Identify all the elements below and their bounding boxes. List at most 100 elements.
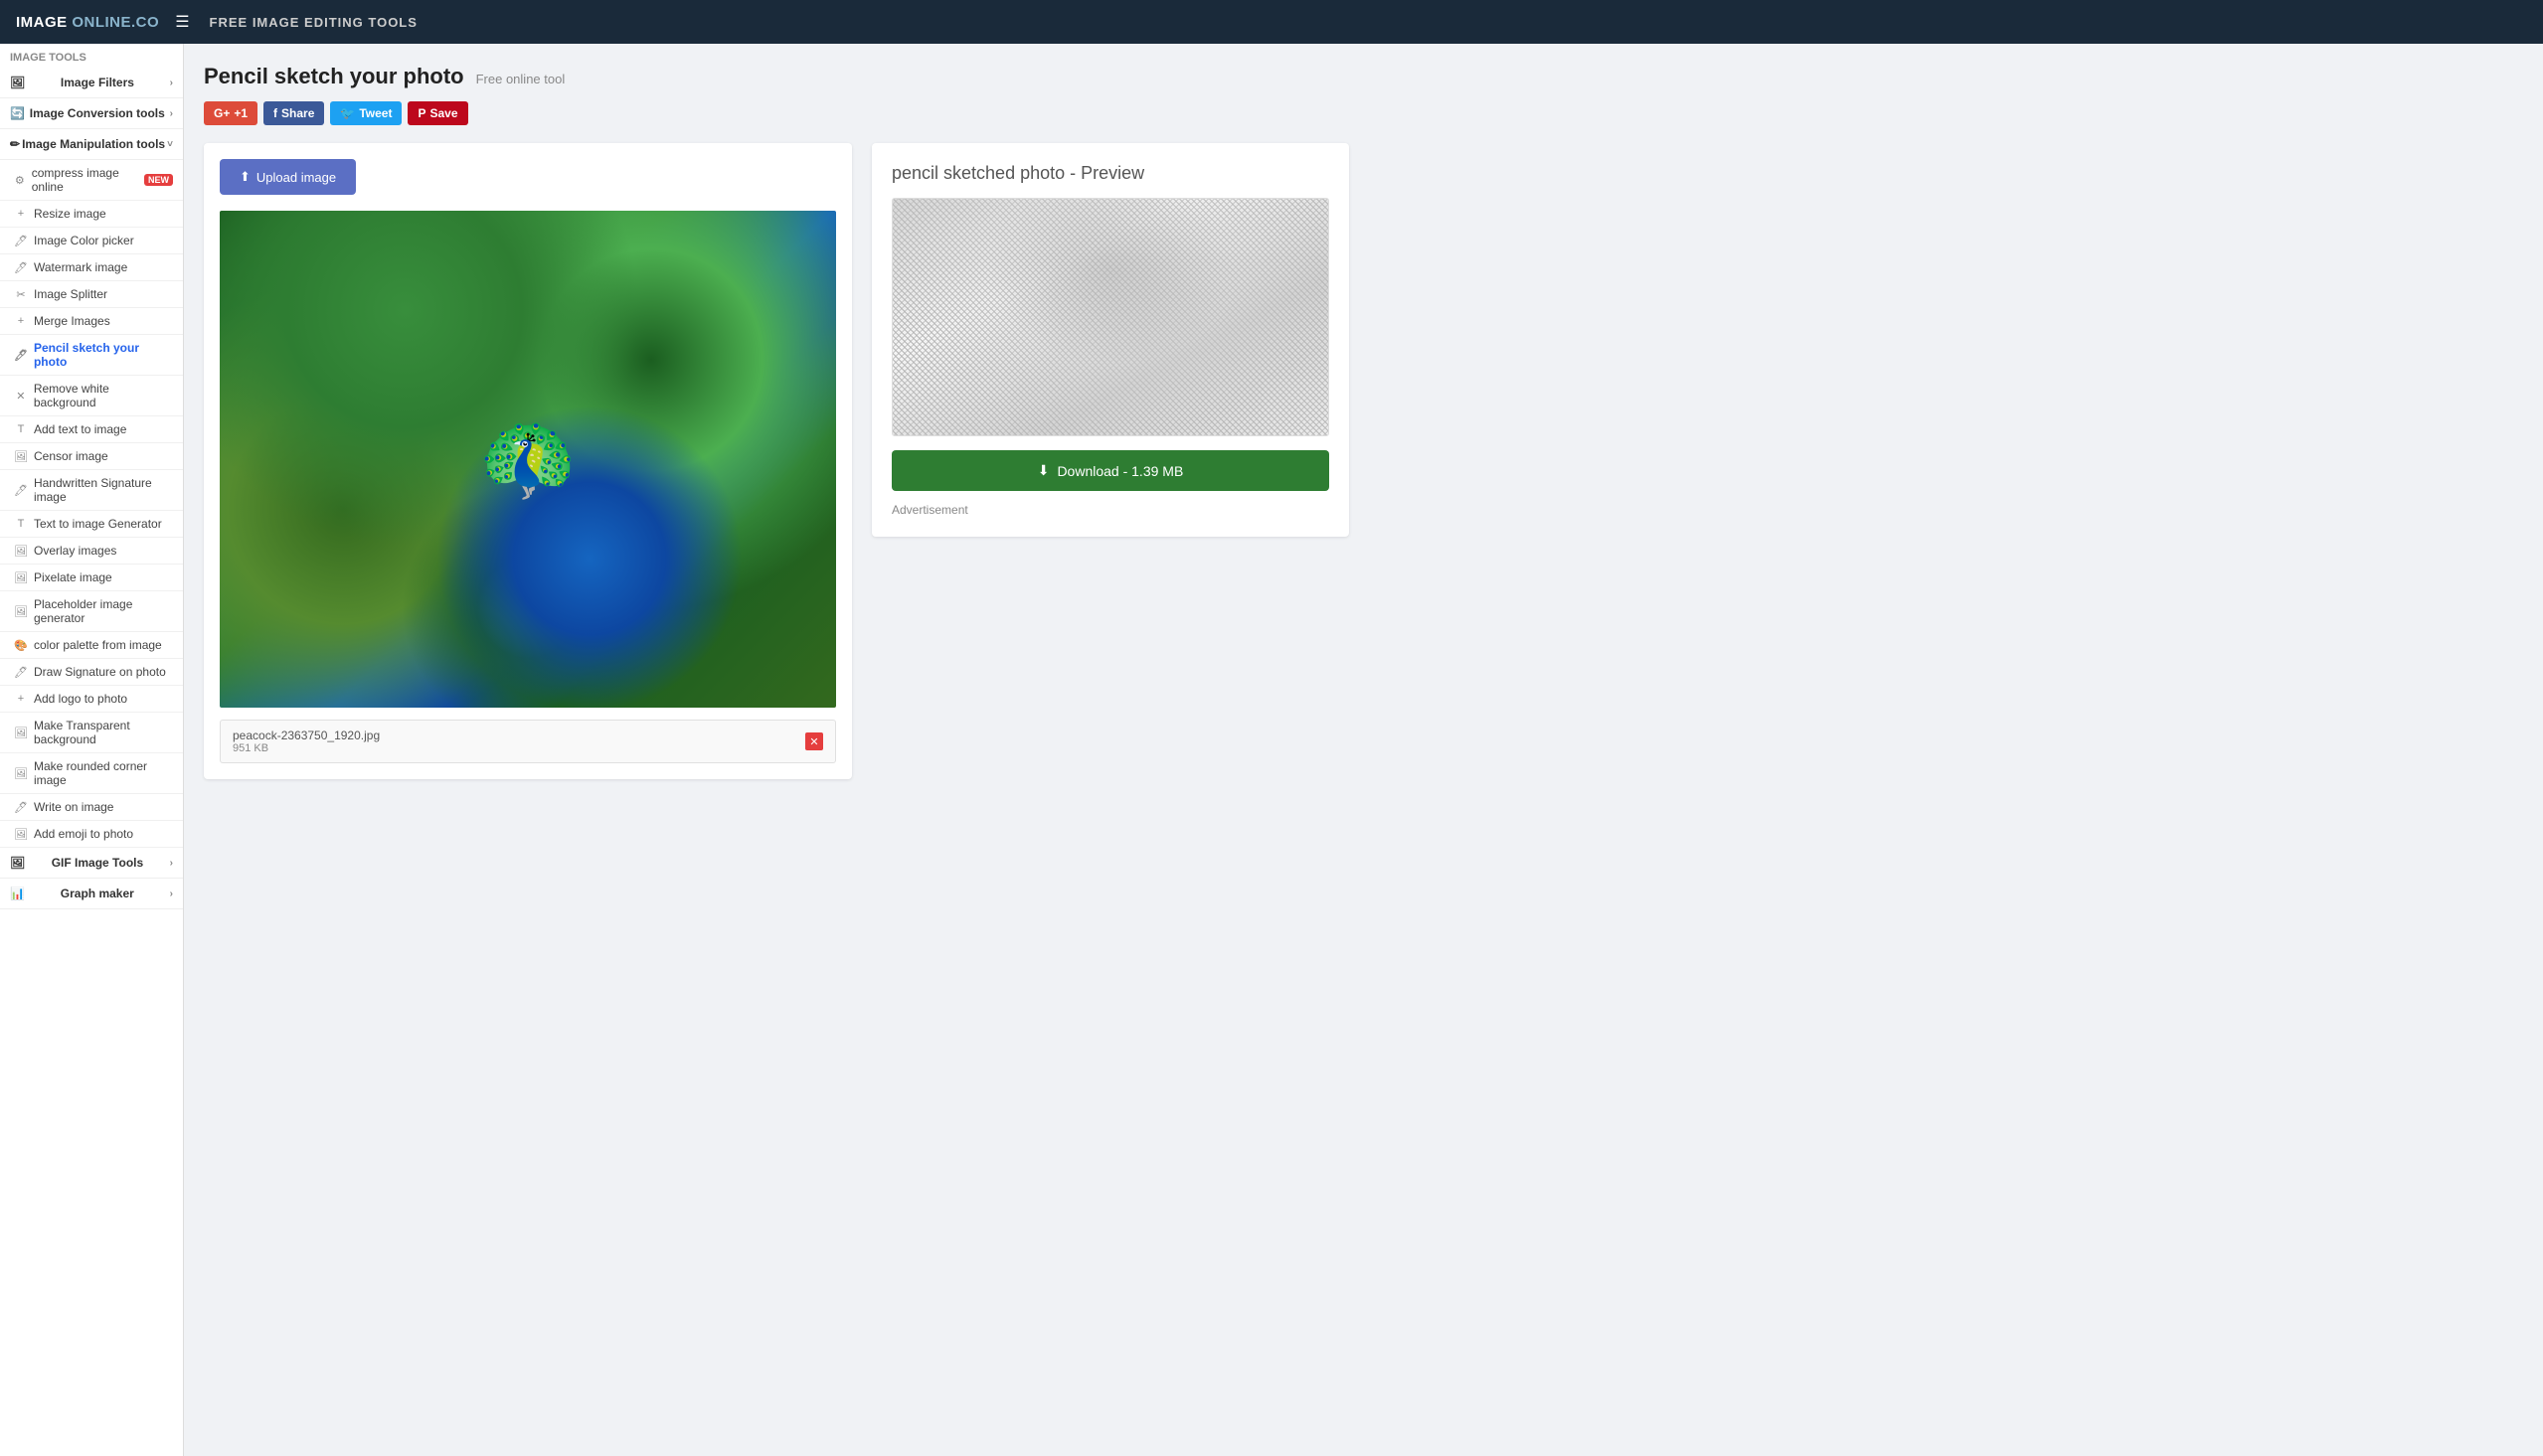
facebook-button[interactable]: f Share	[263, 101, 324, 125]
download-icon: ⬇	[1038, 462, 1050, 479]
item-icon-watermark-image: 🖊	[14, 261, 28, 274]
pencil-icon: ✏	[10, 137, 20, 151]
upload-label: Upload image	[256, 170, 336, 185]
chevron-right-icon: ›	[170, 78, 173, 88]
sidebar-item-label-pencil-sketch: Pencil sketch your photo	[34, 341, 173, 369]
sidebar-item-watermark-image[interactable]: 🖊Watermark image	[0, 254, 183, 281]
gif-icon: 🖼	[10, 856, 25, 870]
sidebar-item-label-image-color-picker: Image Color picker	[34, 234, 134, 247]
item-icon-overlay-images: 🖼	[14, 545, 28, 558]
sidebar-item-label-resize-image: Resize image	[34, 207, 106, 221]
item-icon-add-emoji: 🖼	[14, 828, 28, 841]
sidebar-item-text-to-image[interactable]: TText to image Generator	[0, 511, 183, 538]
twitter-button[interactable]: 🐦 Tweet	[330, 101, 402, 125]
header-title: FREE IMAGE EDITING TOOLS	[210, 15, 418, 30]
preview-panel: pencil sketched photo - Preview ⬇ Downlo…	[872, 143, 1349, 537]
item-icon-merge-images: +	[14, 315, 28, 327]
item-icon-add-text-to-image: T	[14, 423, 28, 435]
item-icon-write-on-image: 🖊	[14, 801, 28, 814]
file-size: 951 KB	[233, 742, 380, 754]
sidebar-item-color-palette[interactable]: 🎨color palette from image	[0, 632, 183, 659]
sidebar-item-image-splitter[interactable]: ✂ Image Splitter	[0, 281, 183, 308]
item-icon-image-splitter: ✂	[14, 288, 28, 301]
sidebar-group-image-filters[interactable]: 🖼 Image Filters ›	[0, 68, 183, 98]
social-buttons-row: G+ +1 f Share 🐦 Tweet P Save	[204, 101, 2523, 125]
item-icon-draw-signature: 🖊	[14, 666, 28, 679]
item-icon-rounded-corner: 🖼	[14, 767, 28, 780]
image-manipulation-label: Image Manipulation tools	[22, 137, 165, 151]
file-close-button[interactable]: ✕	[805, 732, 823, 750]
main-content: Pencil sketch your photo Free online too…	[184, 44, 2543, 1456]
sidebar-item-draw-signature[interactable]: 🖊 Draw Signature on photo	[0, 659, 183, 686]
sidebar-item-label-placeholder-image: Placeholder image generator	[34, 597, 173, 625]
sidebar-item-add-logo[interactable]: + Add logo to photo	[0, 686, 183, 713]
upload-icon: ⬆	[240, 169, 251, 185]
sidebar-item-image-color-picker[interactable]: 🖊Image Color picker	[0, 228, 183, 254]
file-info-details: peacock-2363750_1920.jpg 951 KB	[233, 728, 380, 754]
sidebar-group-gif-tools[interactable]: 🖼 GIF Image Tools ›	[0, 848, 183, 879]
sidebar-group-graph-maker[interactable]: 📊 Graph maker ›	[0, 879, 183, 909]
sidebar-item-add-text-to-image[interactable]: T Add text to image	[0, 416, 183, 443]
gplus-button[interactable]: G+ +1	[204, 101, 257, 125]
sidebar-item-add-emoji[interactable]: 🖼Add emoji to photo	[0, 821, 183, 848]
sidebar-item-merge-images[interactable]: + Merge Images	[0, 308, 183, 335]
sidebar-item-censor-image[interactable]: 🖼Censor image	[0, 443, 183, 470]
source-image	[220, 211, 836, 708]
advertisement-label: Advertisement	[892, 503, 1329, 517]
menu-icon[interactable]: ☰	[175, 12, 189, 32]
sidebar-group-image-conversion[interactable]: 🔄 Image Conversion tools ›	[0, 98, 183, 129]
sidebar-item-overlay-images[interactable]: 🖼Overlay images	[0, 538, 183, 565]
image-conversion-icon: 🔄	[10, 106, 25, 120]
item-icon-resize-image: +	[14, 208, 28, 220]
sidebar-item-resize-image[interactable]: + Resize image	[0, 201, 183, 228]
item-icon-text-to-image: T	[14, 518, 28, 530]
chevron-right-icon-3: ›	[170, 858, 173, 869]
facebook-icon: f	[273, 106, 277, 120]
sidebar-item-pixelate-image[interactable]: 🖼Pixelate image	[0, 565, 183, 591]
download-button[interactable]: ⬇ Download - 1.39 MB	[892, 450, 1329, 491]
file-name: peacock-2363750_1920.jpg	[233, 728, 380, 742]
item-icon-handwritten-signature: 🖊	[14, 484, 28, 497]
sidebar-item-handwritten-signature[interactable]: 🖊 Handwritten Signature image	[0, 470, 183, 511]
sidebar-item-rounded-corner[interactable]: 🖼 Make rounded corner image	[0, 753, 183, 794]
app-logo: IMAGE ONLINE.CO	[16, 14, 159, 31]
sidebar-item-label-compress-image: compress image online	[32, 166, 134, 194]
upload-button[interactable]: ⬆ Upload image	[220, 159, 356, 195]
source-image-container: peacock-2363750_1920.jpg 951 KB ✕	[220, 211, 836, 763]
logo-bold: IMAGE	[16, 14, 68, 31]
sidebar-item-label-handwritten-signature: Handwritten Signature image	[34, 476, 173, 504]
sidebar-item-make-transparent[interactable]: 🖼Make Transparent background	[0, 713, 183, 753]
twitter-label: Tweet	[359, 106, 392, 120]
image-filters-icon: 🖼	[10, 76, 25, 89]
pinterest-button[interactable]: P Save	[408, 101, 467, 125]
pinterest-icon: P	[418, 106, 425, 120]
image-filters-label: Image Filters	[61, 76, 134, 89]
sidebar-item-label-add-logo: Add logo to photo	[34, 692, 127, 706]
sidebar-item-label-write-on-image: Write on image	[34, 800, 113, 814]
sidebar-item-label-draw-signature: Draw Signature on photo	[34, 665, 166, 679]
item-icon-make-transparent: 🖼	[14, 727, 28, 739]
sidebar-item-pencil-sketch[interactable]: 🖊 Pencil sketch your photo	[0, 335, 183, 376]
sidebar-group-image-manipulation[interactable]: ✏ Image Manipulation tools ˅	[0, 129, 183, 160]
image-conversion-label: Image Conversion tools	[30, 106, 165, 120]
gif-tools-label: GIF Image Tools	[52, 856, 143, 870]
badge-new-compress-image: NEW	[144, 174, 173, 186]
sidebar-item-placeholder-image[interactable]: 🖼Placeholder image generator	[0, 591, 183, 632]
logo-light: ONLINE.CO	[68, 14, 160, 31]
sidebar: Image Tools 🖼 Image Filters › 🔄 Image Co…	[0, 44, 184, 1456]
chevron-right-icon-2: ›	[170, 108, 173, 119]
sidebar-item-write-on-image[interactable]: 🖊 Write on image	[0, 794, 183, 821]
sidebar-item-label-remove-white-bg: Remove white background	[34, 382, 173, 409]
sidebar-item-label-merge-images: Merge Images	[34, 314, 110, 328]
sidebar-item-label-image-splitter: Image Splitter	[34, 287, 107, 301]
sidebar-item-remove-white-bg[interactable]: ✕Remove white background	[0, 376, 183, 416]
item-icon-pencil-sketch: 🖊	[14, 349, 28, 362]
item-icon-add-logo: +	[14, 693, 28, 705]
graph-icon: 📊	[10, 887, 25, 900]
item-icon-censor-image: 🖼	[14, 450, 28, 463]
sidebar-item-compress-image[interactable]: ⚙compress image onlineNEW	[0, 160, 183, 201]
sketch-preview-container	[892, 198, 1329, 436]
gplus-label: +1	[234, 106, 248, 120]
sidebar-item-label-rounded-corner: Make rounded corner image	[34, 759, 173, 787]
sidebar-item-label-add-text-to-image: Add text to image	[34, 422, 126, 436]
